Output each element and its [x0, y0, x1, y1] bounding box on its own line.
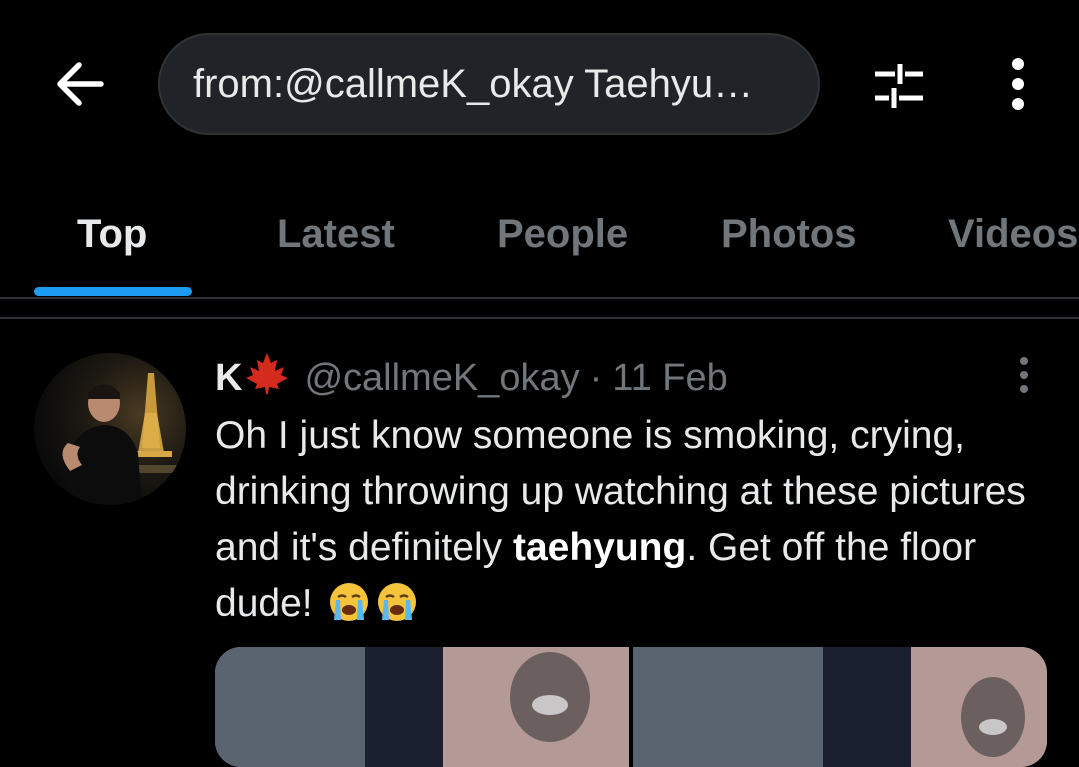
more-vertical-icon [1012, 58, 1024, 110]
display-name[interactable]: K [215, 357, 242, 400]
back-arrow-icon [57, 62, 104, 106]
search-tabs: Top Latest People Photos Videos [0, 190, 1079, 298]
tweet-media[interactable] [215, 647, 1047, 767]
search-input[interactable]: from:@callmeK_okay Taehyu… [158, 33, 820, 135]
tab-photos[interactable]: Photos [721, 190, 857, 298]
search-query-text: from:@callmeK_okay Taehyu… [193, 61, 754, 106]
avatar[interactable] [34, 353, 186, 505]
search-filter-button[interactable] [866, 56, 932, 114]
tweet-card[interactable]: K @callmeK_okay · 11 Feb Oh I just know … [0, 320, 1079, 767]
top-app-bar: from:@callmeK_okay Taehyu… [0, 0, 1079, 170]
tab-top[interactable]: Top [77, 190, 147, 298]
active-tab-indicator [34, 287, 192, 296]
media-image-2[interactable] [633, 647, 1047, 767]
more-vertical-icon [1020, 357, 1028, 393]
feed-divider [0, 317, 1079, 319]
tab-people[interactable]: People [497, 190, 628, 298]
tab-videos[interactable]: Videos [948, 190, 1078, 298]
meta-separator: · [589, 356, 603, 399]
tweet-text: Oh I just know someone is smoking, cryin… [215, 408, 1055, 640]
tweet-text-bold: taehyung [512, 526, 687, 569]
tab-latest[interactable]: Latest [277, 190, 395, 298]
loudly-crying-face-icon [327, 580, 371, 640]
tweet-more-button[interactable] [1010, 353, 1038, 397]
tweet-date[interactable]: 11 Feb [612, 357, 727, 400]
maple-leaf-icon [244, 351, 290, 405]
user-handle[interactable]: @callmeK_okay [304, 357, 579, 400]
tabs-divider [0, 297, 1079, 299]
more-options-button[interactable] [996, 54, 1040, 114]
filter-sliders-icon [875, 64, 923, 108]
media-image-1[interactable] [215, 647, 629, 767]
back-button[interactable] [50, 54, 110, 114]
loudly-crying-face-icon [375, 580, 419, 640]
tweet-header: K @callmeK_okay · 11 Feb [215, 350, 728, 406]
